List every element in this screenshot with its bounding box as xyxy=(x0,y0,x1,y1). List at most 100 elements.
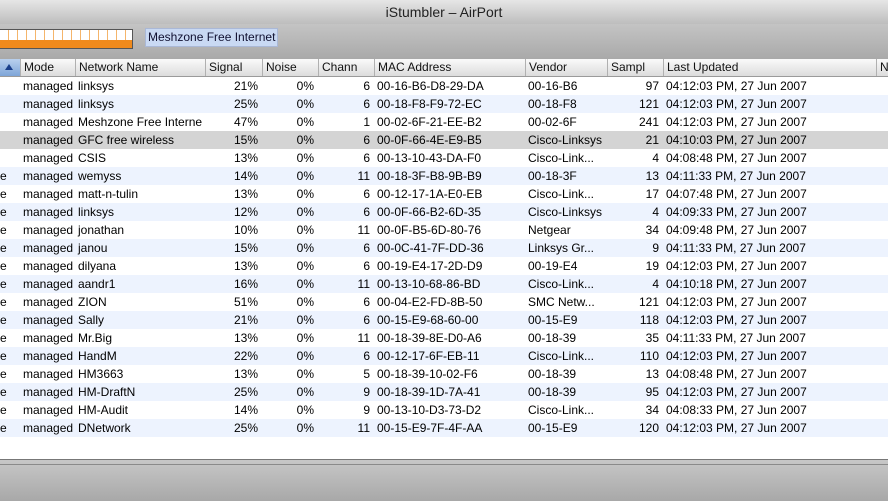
column-header-mode[interactable]: Mode xyxy=(20,59,75,76)
table-row[interactable]: e managed linksys 12% 0% 6 00-0F-66-B2-6D-35 Ci… xyxy=(0,203,888,221)
cell-network-name: wemyss xyxy=(78,169,122,183)
cell-samples: 13 xyxy=(645,169,659,183)
cell-noise: 0% xyxy=(296,403,314,417)
cell-channel: 11 xyxy=(357,421,370,435)
cell-network-name: Sally xyxy=(78,313,105,327)
cell-signal: 21% xyxy=(233,79,258,93)
cell-mode: managed xyxy=(23,367,74,381)
cell-noise: 0% xyxy=(296,205,314,219)
cell-mac-address: 00-13-10-43-DA-F0 xyxy=(377,151,482,165)
cell-lead: e xyxy=(0,313,7,327)
cell-signal: 13% xyxy=(233,259,258,273)
cell-mac-address: 00-18-39-1D-7A-41 xyxy=(377,385,481,399)
cell-last-updated: 04:11:33 PM, 27 Jun 2007 xyxy=(666,241,806,255)
cell-mode: managed xyxy=(23,421,74,435)
cell-mode: managed xyxy=(23,277,74,291)
cell-lead: e xyxy=(0,187,7,201)
column-header-next[interactable]: N xyxy=(876,59,888,76)
cell-last-updated: 04:08:48 PM, 27 Jun 2007 xyxy=(666,367,807,381)
table-row[interactable]: e managed matt-n-tulin 13% 0% 6 00-12-17-1A-E0… xyxy=(0,185,888,203)
column-header-signal[interactable]: Signal xyxy=(205,59,262,76)
cell-vendor: 00-18-3F xyxy=(528,169,577,183)
table-row[interactable]: e managed HandM 22% 0% 6 00-12-17-6F-EB-11 Cisc… xyxy=(0,347,888,365)
column-header-vendor[interactable]: Vendor xyxy=(525,59,607,76)
table-row[interactable]: e managed dilyana 13% 0% 6 00-19-E4-17-2D-D9 00… xyxy=(0,257,888,275)
table-row[interactable]: managed CSIS 13% 0% 6 00-13-10-43-DA-F0 Cisco-… xyxy=(0,149,888,167)
cell-mac-address: 00-19-E4-17-2D-D9 xyxy=(377,259,483,273)
cell-mode: managed xyxy=(23,259,74,273)
cell-channel: 1 xyxy=(363,115,370,129)
cell-signal: 10% xyxy=(233,223,258,237)
cell-vendor: 00-18-F8 xyxy=(528,97,577,111)
cell-signal: 13% xyxy=(233,151,258,165)
cell-lead xyxy=(0,113,20,131)
sort-column-header[interactable] xyxy=(0,59,20,76)
table-row[interactable]: e managed Mr.Big 13% 0% 11 00-18-39-8E-D0-A6 00… xyxy=(0,329,888,347)
cell-vendor: 00-15-E9 xyxy=(528,421,578,435)
table-row[interactable]: managed GFC free wireless 15% 0% 6 00-0F-66-4… xyxy=(0,131,888,149)
cell-signal: 15% xyxy=(233,133,258,147)
cell-noise: 0% xyxy=(296,277,314,291)
cell-signal: 51% xyxy=(233,295,258,309)
table-row[interactable]: e managed aandr1 16% 0% 11 00-13-10-68-86-BD Ci… xyxy=(0,275,888,293)
cell-signal: 13% xyxy=(233,367,258,381)
table-row[interactable]: e managed ZION 51% 0% 6 00-04-E2-FD-8B-50 SMC N… xyxy=(0,293,888,311)
cell-network-name: jonathan xyxy=(78,223,125,237)
cell-network-name: Mr.Big xyxy=(78,331,113,345)
table-row[interactable]: e managed HM3663 13% 0% 5 00-18-39-10-02-F6 00-… xyxy=(0,365,888,383)
cell-channel: 6 xyxy=(363,349,370,363)
column-header-network-name[interactable]: Network Name xyxy=(75,59,205,76)
table-row[interactable]: e managed Sally 21% 0% 6 00-15-E9-68-60-00 00-1… xyxy=(0,311,888,329)
table-row[interactable]: e managed DNetwork 25% 0% 11 00-15-E9-7F-4F-AA… xyxy=(0,419,888,437)
cell-last-updated: 04:10:18 PM, 27 Jun 2007 xyxy=(666,277,807,291)
cell-mac-address: 00-18-39-8E-D0-A6 xyxy=(377,331,482,345)
cell-signal: 25% xyxy=(233,97,258,111)
table-row[interactable]: e managed HM-DraftN 25% 0% 9 00-18-39-1D-7A-41… xyxy=(0,383,888,401)
selected-network-label[interactable]: Meshzone Free Internet xyxy=(145,28,279,47)
cell-signal: 16% xyxy=(233,277,258,291)
cell-samples: 110 xyxy=(639,349,659,363)
cell-mac-address: 00-15-E9-7F-4F-AA xyxy=(377,421,483,435)
table-row[interactable]: managed linksys 25% 0% 6 00-18-F8-F9-72-EC 00-… xyxy=(0,95,888,113)
title-bar: iStumbler – AirPort xyxy=(0,0,888,25)
cell-noise: 0% xyxy=(296,115,314,129)
cell-noise: 0% xyxy=(296,187,314,201)
cell-samples: 4 xyxy=(652,151,659,165)
cell-samples: 121 xyxy=(638,295,659,309)
cell-noise: 0% xyxy=(296,331,314,345)
cell-noise: 0% xyxy=(296,259,314,273)
network-table[interactable]: Mode Network Name Signal Noise Chann MAC… xyxy=(0,59,888,459)
signal-meter-fill xyxy=(0,40,132,48)
cell-signal: 47% xyxy=(233,115,258,129)
cell-mac-address: 00-12-17-1A-E0-EB xyxy=(377,187,483,201)
cell-mode: managed xyxy=(23,349,74,363)
table-row[interactable]: managed Meshzone Free Interne 47% 0% 1 00-02-… xyxy=(0,113,888,131)
cell-last-updated: 04:11:33 PM, 27 Jun 2007 xyxy=(666,169,806,183)
cell-vendor: 00-02-6F xyxy=(528,115,577,129)
cell-noise: 0% xyxy=(296,169,314,183)
column-header-samples[interactable]: Sampl xyxy=(607,59,663,76)
cell-signal: 25% xyxy=(233,421,258,435)
cell-samples: 21 xyxy=(645,133,659,147)
cell-samples: 35 xyxy=(645,331,659,345)
column-header-mac-address[interactable]: MAC Address xyxy=(374,59,525,76)
cell-network-name: linksys xyxy=(78,97,115,111)
table-row[interactable]: e managed janou 15% 0% 6 00-0C-41-7F-DD-36 Link… xyxy=(0,239,888,257)
table-row[interactable]: e managed jonathan 10% 0% 11 00-0F-B5-6D-80-76… xyxy=(0,221,888,239)
cell-noise: 0% xyxy=(296,367,314,381)
column-header-channel[interactable]: Chann xyxy=(318,59,374,76)
table-row[interactable]: e managed wemyss 14% 0% 11 00-18-3F-B8-9B-B9 00… xyxy=(0,167,888,185)
cell-signal: 15% xyxy=(233,241,258,255)
table-row[interactable]: e managed HM-Audit 14% 0% 9 00-13-10-D3-73-D2 C… xyxy=(0,401,888,419)
cell-channel: 6 xyxy=(363,151,370,165)
cell-samples: 9 xyxy=(652,241,659,255)
cell-mac-address: 00-15-E9-68-60-00 xyxy=(377,313,479,327)
column-header-noise[interactable]: Noise xyxy=(262,59,318,76)
window-title: iStumbler – AirPort xyxy=(385,4,503,20)
cell-samples: 118 xyxy=(639,313,659,327)
cell-mode: managed xyxy=(23,151,74,165)
cell-lead: e xyxy=(0,403,7,417)
table-row[interactable]: managed linksys 21% 0% 6 00-16-B6-D8-29-DA 00-… xyxy=(0,77,888,95)
column-header-last-updated[interactable]: Last Updated xyxy=(663,59,876,76)
cell-signal: 25% xyxy=(233,385,258,399)
